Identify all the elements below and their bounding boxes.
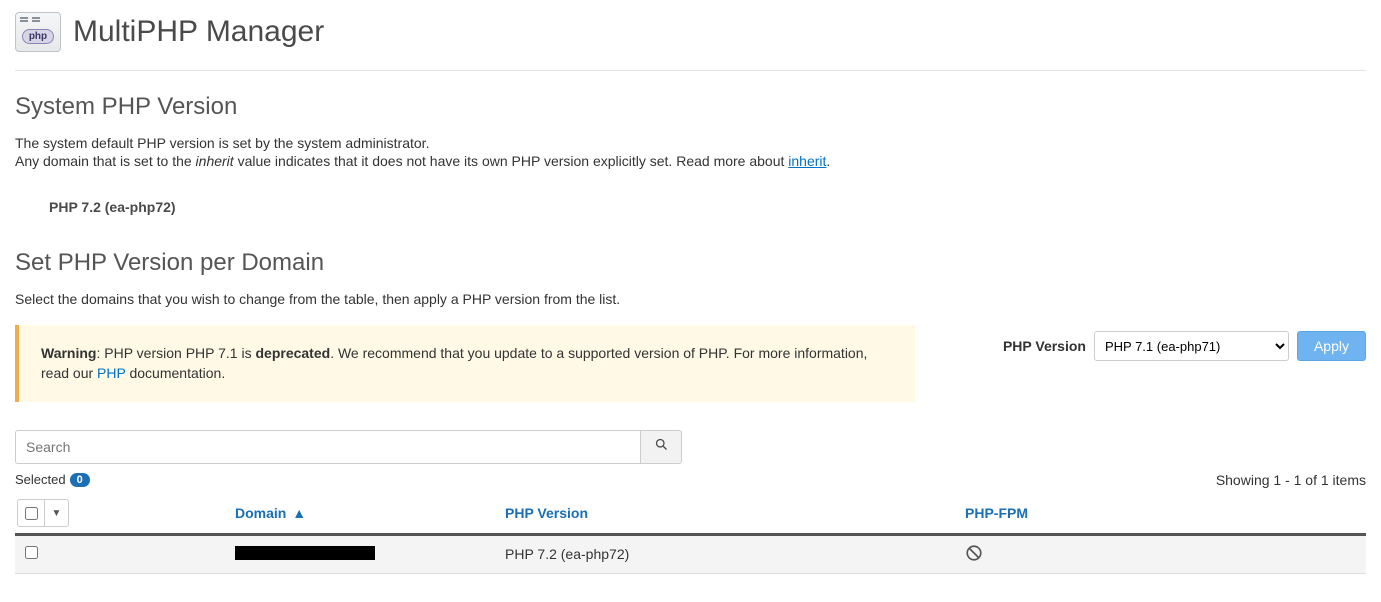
warning-text-prefix: : PHP version PHP 7.1 is: [96, 345, 255, 361]
selected-label: Selected: [15, 472, 66, 487]
domain-redacted: [235, 546, 375, 560]
php-window-icon: php: [15, 12, 61, 52]
system-desc-line2-middle: value indicates that it does not have it…: [234, 153, 789, 169]
page-title: MultiPHP Manager: [73, 15, 324, 49]
system-desc-line2: Any domain that is set to the inherit va…: [15, 153, 1366, 169]
column-header-php-fpm[interactable]: PHP-FPM: [965, 505, 1028, 521]
table-header: ▼ Domain ▲ PHP Version PHP-FPM: [15, 494, 1366, 536]
warning-deprecated: deprecated: [255, 345, 330, 361]
select-all-dropdown[interactable]: ▼: [45, 499, 69, 527]
apply-button[interactable]: Apply: [1297, 331, 1366, 361]
cell-php-version: PHP 7.2 (ea-php72): [505, 546, 965, 562]
select-all-checkbox-wrapper[interactable]: [17, 499, 45, 527]
deprecation-warning: Warning: PHP version PHP 7.1 is deprecat…: [15, 325, 915, 402]
warning-label: Warning: [41, 345, 96, 361]
system-desc-line2-prefix: Any domain that is set to the: [15, 153, 196, 169]
cell-php-fpm: [965, 544, 1366, 565]
search-icon: [654, 439, 669, 456]
php-version-picker: PHP Version PHP 7.1 (ea-php71) Apply: [1003, 325, 1366, 361]
page-header: php MultiPHP Manager: [15, 0, 1366, 71]
search-input[interactable]: [15, 430, 640, 464]
table-row: PHP 7.2 (ea-php72): [15, 536, 1366, 574]
system-desc-line1: The system default PHP version is set by…: [15, 135, 1366, 151]
cell-domain: [75, 546, 505, 563]
inherit-link[interactable]: inherit: [788, 153, 826, 169]
row-checkbox[interactable]: [25, 546, 38, 559]
php-version-select[interactable]: PHP 7.1 (ea-php71): [1094, 331, 1289, 361]
column-header-domain[interactable]: Domain ▲: [235, 505, 306, 521]
select-all-checkbox[interactable]: [25, 507, 38, 520]
selected-count-badge: 0: [70, 473, 90, 487]
column-header-domain-text: Domain: [235, 505, 286, 521]
php-version-label: PHP Version: [1003, 338, 1086, 354]
search-group: [15, 430, 682, 464]
set-version-heading: Set PHP Version per Domain: [15, 249, 1366, 277]
php-pill-label: php: [22, 29, 54, 44]
inherit-italic: inherit: [196, 153, 234, 169]
ban-icon: [965, 549, 983, 565]
pagination-summary: Showing 1 - 1 of 1 items: [1216, 472, 1366, 488]
set-version-intro: Select the domains that you wish to chan…: [15, 291, 1366, 307]
column-header-php-version[interactable]: PHP Version: [505, 505, 588, 521]
search-button[interactable]: [640, 430, 682, 464]
caret-down-icon: ▼: [52, 508, 62, 519]
system-current-version: PHP 7.2 (ea-php72): [49, 199, 1366, 215]
warning-text-end: documentation.: [126, 365, 226, 381]
sort-asc-icon: ▲: [292, 505, 306, 521]
system-version-heading: System PHP Version: [15, 93, 1366, 121]
php-docs-link[interactable]: PHP: [97, 365, 126, 381]
system-desc-line2-suffix: .: [826, 153, 830, 169]
